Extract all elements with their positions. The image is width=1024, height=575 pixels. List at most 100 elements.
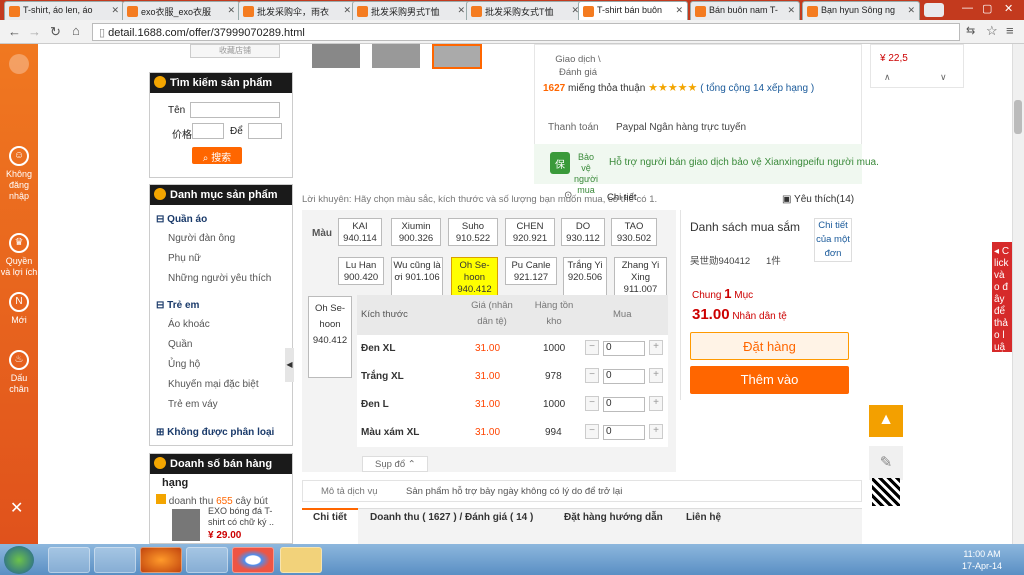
star-icon[interactable]: ☆ [986, 23, 998, 39]
scrollbar-thumb[interactable] [1014, 100, 1022, 134]
category-link[interactable]: Quần [168, 339, 192, 350]
tab-4[interactable]: 批发采购女式T恤 ✕ [466, 1, 584, 20]
price-max-input[interactable] [248, 123, 282, 139]
color-swatch[interactable]: KAI 940.114 [338, 218, 382, 246]
tab-7[interactable]: Bạn hyun Sông ng ✕ [802, 1, 920, 20]
color-swatch-selected[interactable]: Oh Se-hoon 940.412 [451, 257, 498, 297]
folder-icon[interactable] [280, 547, 322, 573]
close-tab-icon[interactable]: ✕ [787, 5, 795, 16]
category-link[interactable]: Khuyến mại đặc biệt [168, 379, 259, 390]
thumbnail-1[interactable] [312, 44, 360, 68]
thumbnail-2[interactable] [372, 44, 420, 68]
selected-color-tab[interactable]: Oh Se-hoon 940.412 [308, 296, 352, 378]
search-button[interactable]: ⌕ 搜索 [192, 147, 242, 164]
home-icon[interactable]: ⌂ [72, 23, 80, 38]
forward-icon[interactable]: → [28, 24, 41, 39]
feedback-button[interactable]: ✎ [869, 446, 903, 480]
favorite-link[interactable]: ▣ Yêu thích(14) [782, 194, 854, 205]
color-swatch[interactable]: Suho 910.522 [448, 218, 498, 246]
close-window-icon[interactable]: ✕ [1004, 2, 1013, 15]
favorite-shop-button[interactable]: 收藏店铺 [190, 44, 280, 58]
category-group-kids[interactable]: ⊟ Trẻ em [156, 300, 199, 311]
start-button[interactable] [4, 546, 34, 574]
tab-2[interactable]: 批发采购伞，雨衣 ✕ [238, 1, 356, 20]
tab-sales-reviews[interactable]: Doanh thu ( 1627 ) / Đánh giá ( 14 ) [370, 512, 533, 523]
translate-icon[interactable]: ⇆ [966, 24, 975, 37]
close-tab-icon[interactable]: ✕ [227, 5, 235, 16]
close-tab-icon[interactable]: ✕ [343, 5, 351, 16]
reload-icon[interactable]: ↻ [50, 24, 61, 40]
increase-button[interactable]: + [649, 424, 663, 439]
clock[interactable]: 11:00 AM 17-Apr-14 [954, 548, 1010, 572]
close-tab-icon[interactable]: ✕ [457, 5, 465, 16]
category-unclassified[interactable]: ⊞ Không được phân loại [156, 427, 274, 438]
color-swatch[interactable]: Wu cũng là ơi 901.106 [391, 257, 443, 297]
color-swatch[interactable]: Pu Canle 921.127 [505, 257, 557, 285]
app-icon[interactable] [94, 547, 136, 573]
product-thumbnail[interactable] [172, 509, 200, 541]
increase-button[interactable]: + [649, 396, 663, 411]
back-icon[interactable]: ← [8, 24, 21, 39]
category-link[interactable]: Những người yêu thích [168, 273, 271, 284]
tab-5-active[interactable]: T-shirt bán buôn ✕ [578, 1, 688, 20]
quantity-input[interactable]: 0 [603, 369, 645, 384]
category-link[interactable]: Người đàn ông [168, 233, 235, 244]
new-tab-button[interactable] [924, 3, 944, 17]
color-swatch[interactable]: DO 930.112 [561, 218, 605, 246]
menu-icon[interactable]: ≡ [1006, 23, 1014, 38]
collapse-button[interactable]: Sụp đổ ⌃ [362, 456, 428, 472]
color-swatch[interactable]: Xiumin 900.326 [391, 218, 441, 246]
color-swatch[interactable]: CHEN 920.921 [505, 218, 555, 246]
name-input[interactable] [190, 102, 280, 118]
close-tab-icon[interactable]: ✕ [111, 5, 119, 16]
tab-1[interactable]: exo衣服_exo衣服 ✕ [122, 1, 240, 20]
increase-button[interactable]: + [649, 368, 663, 383]
quantity-input[interactable]: 0 [603, 425, 645, 440]
increase-button[interactable]: + [649, 340, 663, 355]
color-swatch[interactable]: Zhang Yi Xing 911.007 [614, 257, 667, 297]
quantity-input[interactable]: 0 [603, 341, 645, 356]
add-to-cart-button[interactable]: Thêm vào [690, 366, 849, 394]
detail-link[interactable]: Chi tiết [607, 192, 637, 203]
tab-0[interactable]: T-shirt, áo len, áo ✕ [4, 1, 124, 20]
sidebar-item-login[interactable]: ☺ Không đăng nhập [0, 146, 38, 202]
category-link[interactable]: Ủng hộ [168, 359, 200, 370]
quantity-input[interactable]: 0 [603, 397, 645, 412]
tab-6[interactable]: Bán buôn nam T- ✕ [690, 1, 800, 20]
category-group-clothes[interactable]: ⊟ Quần áo [156, 214, 207, 225]
chrome-icon[interactable] [232, 547, 274, 573]
scroll-down-icon[interactable]: ∨ [940, 72, 947, 83]
review-link[interactable]: ( tổng cộng 14 xếp hạng ) [700, 83, 814, 94]
decrease-button[interactable]: − [585, 424, 599, 439]
tab-3[interactable]: 批发采购男式T恤 ✕ [352, 1, 470, 20]
scroll-up-icon[interactable]: ∧ [884, 72, 891, 83]
url-input[interactable]: ▯ detail.1688.com/offer/37999070289.html [92, 23, 960, 41]
category-link[interactable]: Trẻ em váy [168, 399, 218, 410]
place-order-button[interactable]: Đặt hàng [690, 332, 849, 360]
color-swatch[interactable]: TAO 930.502 [611, 218, 657, 246]
order-detail-link[interactable]: Chi tiết của một đơn [814, 218, 852, 262]
decrease-button[interactable]: − [585, 340, 599, 355]
search-app-icon[interactable] [186, 547, 228, 573]
minimize-icon[interactable]: — [962, 2, 973, 14]
decrease-button[interactable]: − [585, 368, 599, 383]
price-min-input[interactable] [192, 123, 224, 139]
sidebar-item-new[interactable]: N Mới [0, 292, 38, 326]
firefox-icon[interactable] [140, 547, 182, 573]
close-tab-icon[interactable]: ✕ [675, 5, 683, 16]
sidebar-item-rights[interactable]: ♛ Quyền và lợi ích [0, 233, 38, 278]
tab-contact[interactable]: Liên hệ [686, 512, 721, 523]
maximize-icon[interactable]: ▢ [982, 2, 992, 15]
color-swatch[interactable]: Trắng Yi 920.506 [563, 257, 607, 297]
close-tab-icon[interactable]: ✕ [907, 5, 915, 16]
color-swatch[interactable]: Lu Han 900.420 [338, 257, 384, 285]
decrease-button[interactable]: − [585, 396, 599, 411]
tab-order-guide[interactable]: Đặt hàng hướng dẫn [564, 512, 663, 523]
product-link[interactable]: EXO bóng đá T-shirt có chữ ký .. [208, 506, 288, 528]
sidebar-item-footprint[interactable]: ♨ Dấu chân [0, 350, 38, 395]
tab-detail[interactable]: Chi tiết [313, 512, 347, 523]
category-link[interactable]: Phụ nữ [168, 253, 201, 264]
chat-side-tab[interactable]: ◂ Click vào đây để thảo luận [992, 242, 1012, 352]
back-to-top-button[interactable]: ▲ [869, 405, 903, 437]
close-sidebar-icon[interactable]: ✕ [10, 498, 23, 518]
